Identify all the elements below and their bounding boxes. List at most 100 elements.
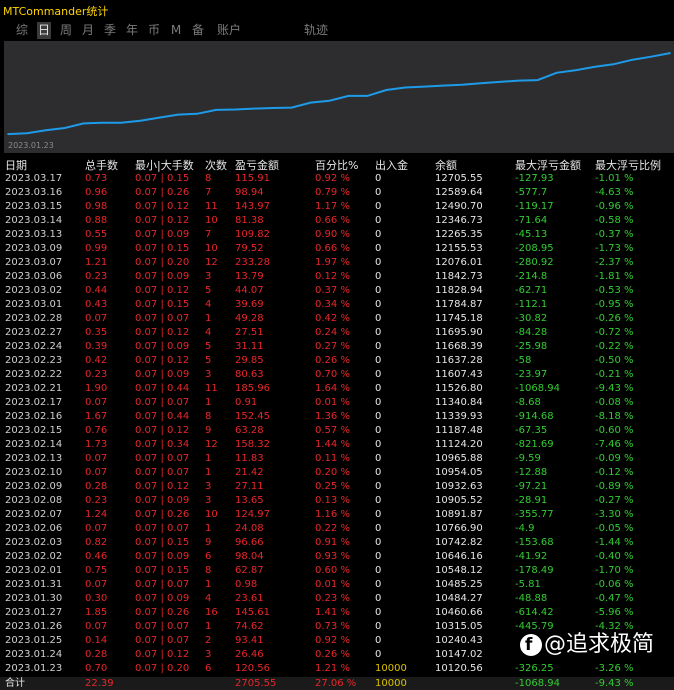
- header-max-float-ratio[interactable]: 最大浮亏比例: [595, 157, 661, 173]
- tab-9[interactable]: 账户: [215, 22, 243, 39]
- table-row[interactable]: 2023.03.09 0.99 0.07 | 0.15 10 79.52 0.66 % 0 1…: [0, 242, 674, 255]
- table-row[interactable]: 2023.02.08 0.23 0.07 | 0.09 3 13.65 0.13 % 0 10…: [0, 494, 674, 507]
- cell-percent: 0.23 %: [315, 593, 350, 604]
- total-profit: 2705.55: [235, 678, 277, 689]
- table-row[interactable]: 2023.02.22 0.23 0.07 | 0.09 3 80.63 0.70 % 0 11…: [0, 368, 674, 381]
- cell-min-max-lots: 0.07 | 0.09: [135, 369, 190, 380]
- cell-min-max-lots: 0.07 | 0.15: [135, 173, 190, 184]
- table-row[interactable]: 2023.03.15 0.98 0.07 | 0.12 11 143.97 1.17 % 0…: [0, 200, 674, 213]
- tab-10[interactable]: 轨迹: [302, 22, 330, 39]
- cell-balance: 10965.88: [435, 453, 483, 464]
- cell-max-float-ratio: -0.60 %: [595, 425, 634, 436]
- cell-percent: 0.57 %: [315, 425, 350, 436]
- table-row[interactable]: 2023.02.16 1.67 0.07 | 0.44 8 152.45 1.36 % 0 1…: [0, 410, 674, 423]
- header-percent[interactable]: 百分比%: [315, 157, 358, 173]
- tab-4[interactable]: 季: [103, 22, 117, 39]
- table-row[interactable]: 2023.02.21 1.90 0.07 | 0.44 11 185.96 1.64 % 0…: [0, 382, 674, 395]
- cell-max-float-ratio: -1.73 %: [595, 243, 634, 254]
- table-row[interactable]: 2023.02.24 0.39 0.07 | 0.09 5 31.11 0.27 % 0 11…: [0, 340, 674, 353]
- cell-date: 2023.02.10: [5, 467, 63, 478]
- cell-count: 2: [205, 635, 212, 646]
- cell-profit: 124.97: [235, 509, 270, 520]
- cell-max-float-loss: -280.92: [515, 257, 554, 268]
- table-row[interactable]: 2023.03.06 0.23 0.07 | 0.09 3 13.79 0.12 % 0 11…: [0, 270, 674, 283]
- table-row[interactable]: 2023.03.02 0.44 0.07 | 0.12 5 44.07 0.37 % 0 11…: [0, 284, 674, 297]
- table-total-row: 合计 22.39 2705.55 27.06 % 10000 -1068.94 …: [0, 677, 674, 690]
- table-row[interactable]: 2023.03.07 1.21 0.07 | 0.20 12 233.28 1.97 % 0…: [0, 256, 674, 269]
- table-row[interactable]: 2023.02.06 0.07 0.07 | 0.07 1 24.08 0.22 % 0 10…: [0, 522, 674, 535]
- header-max-float-loss[interactable]: 最大浮亏金额: [515, 157, 581, 173]
- table-row[interactable]: 2023.03.14 0.88 0.07 | 0.12 10 81.38 0.66 % 0 1…: [0, 214, 674, 227]
- equity-point: [101, 121, 104, 124]
- cell-balance: 10485.25: [435, 579, 483, 590]
- cell-total-lots: 0.43: [85, 299, 108, 310]
- cell-min-max-lots: 0.07 | 0.12: [135, 285, 190, 296]
- header-min-max-lots[interactable]: 最小|大手数: [135, 157, 194, 173]
- table-row[interactable]: 2023.02.27 0.35 0.07 | 0.12 4 27.51 0.24 % 0 11…: [0, 326, 674, 339]
- table-row[interactable]: 2023.03.16 0.96 0.07 | 0.26 7 98.94 0.79 % 0 12…: [0, 186, 674, 199]
- total-max-float-loss: -1068.94: [515, 678, 560, 689]
- tab-5[interactable]: 年: [125, 22, 139, 39]
- table-row[interactable]: 2023.02.17 0.07 0.07 | 0.07 1 0.91 0.01 % 0 113…: [0, 396, 674, 409]
- table-row[interactable]: 2023.02.14 1.73 0.07 | 0.34 12 158.32 1.44 % 0…: [0, 438, 674, 451]
- header-deposit[interactable]: 出入金: [375, 157, 408, 173]
- table-row[interactable]: 2023.02.13 0.07 0.07 | 0.07 1 11.83 0.11 % 0 10…: [0, 452, 674, 465]
- tab-3[interactable]: 月: [81, 22, 95, 39]
- cell-profit: 152.45: [235, 411, 270, 422]
- table-row[interactable]: 2023.02.03 0.82 0.07 | 0.15 9 96.66 0.91 % 0 10…: [0, 536, 674, 549]
- cell-balance: 11695.90: [435, 327, 483, 338]
- table-row[interactable]: 2023.02.07 1.24 0.07 | 0.26 10 124.97 1.16 % 0…: [0, 508, 674, 521]
- header-date[interactable]: 日期: [5, 157, 27, 173]
- table-row[interactable]: 2023.02.01 0.75 0.07 | 0.15 8 62.87 0.60 % 0 10…: [0, 564, 674, 577]
- cell-balance: 10766.90: [435, 523, 483, 534]
- table-row[interactable]: 2023.01.27 1.85 0.07 | 0.26 16 145.61 1.41 % 0…: [0, 606, 674, 619]
- cell-total-lots: 0.30: [85, 593, 108, 604]
- cell-deposit: 0: [375, 495, 382, 506]
- cell-deposit: 0: [375, 397, 382, 408]
- tab-7[interactable]: M: [169, 22, 183, 39]
- cell-deposit: 0: [375, 313, 382, 324]
- table-row[interactable]: 2023.01.30 0.30 0.07 | 0.09 4 23.61 0.23 % 0 10…: [0, 592, 674, 605]
- cell-max-float-ratio: -0.72 %: [595, 327, 634, 338]
- cell-min-max-lots: 0.07 | 0.12: [135, 481, 190, 492]
- cell-balance: 12705.55: [435, 173, 483, 184]
- cell-profit: 31.11: [235, 341, 264, 352]
- cell-max-float-ratio: -0.95 %: [595, 299, 634, 310]
- cell-min-max-lots: 0.07 | 0.12: [135, 425, 190, 436]
- cell-count: 7: [205, 187, 212, 198]
- header-count[interactable]: 次数: [205, 157, 227, 173]
- table-row[interactable]: 2023.02.28 0.07 0.07 | 0.07 1 49.28 0.42 % 0 11…: [0, 312, 674, 325]
- equity-point: [196, 113, 198, 115]
- cell-date: 2023.02.16: [5, 411, 63, 422]
- header-profit[interactable]: 盈亏金额: [235, 157, 279, 173]
- cell-count: 1: [205, 313, 212, 324]
- tab-0[interactable]: 综: [15, 22, 29, 39]
- table-row[interactable]: 2023.02.10 0.07 0.07 | 0.07 1 21.42 0.20 % 0 10…: [0, 466, 674, 479]
- table-row[interactable]: 2023.02.09 0.28 0.07 | 0.12 3 27.11 0.25 % 0 10…: [0, 480, 674, 493]
- total-label: 合计: [5, 678, 25, 689]
- table-row[interactable]: 2023.02.23 0.42 0.07 | 0.12 5 29.85 0.26 % 0 11…: [0, 354, 674, 367]
- table-row[interactable]: 2023.03.13 0.55 0.07 | 0.09 7 109.82 0.90 % 0 1…: [0, 228, 674, 241]
- tab-8[interactable]: 备: [191, 22, 205, 39]
- table-row[interactable]: 2023.03.17 0.73 0.07 | 0.15 8 115.91 0.92 % 0 1…: [0, 172, 674, 185]
- tab-1[interactable]: 日: [37, 22, 51, 39]
- cell-total-lots: 0.42: [85, 355, 108, 366]
- header-total-lots[interactable]: 总手数: [85, 157, 118, 173]
- table-row[interactable]: 2023.01.31 0.07 0.07 | 0.07 1 0.98 0.01 % 0 104…: [0, 578, 674, 591]
- table-row[interactable]: 2023.02.15 0.76 0.07 | 0.12 9 63.28 0.57 % 0 11…: [0, 424, 674, 437]
- cell-profit: 23.61: [235, 593, 264, 604]
- table-row[interactable]: 2023.03.01 0.43 0.07 | 0.15 4 39.69 0.34 % 0 11…: [0, 298, 674, 311]
- tab-6[interactable]: 币: [147, 22, 161, 39]
- table-row[interactable]: 2023.02.02 0.46 0.07 | 0.09 6 98.04 0.93 % 0 10…: [0, 550, 674, 563]
- cell-min-max-lots: 0.07 | 0.26: [135, 509, 190, 520]
- header-balance[interactable]: 余额: [435, 157, 457, 173]
- equity-point: [461, 83, 463, 86]
- cell-balance: 12490.70: [435, 201, 483, 212]
- tab-2[interactable]: 周: [59, 22, 73, 39]
- cell-total-lots: 0.07: [85, 397, 108, 408]
- cell-max-float-ratio: -0.09 %: [595, 453, 634, 464]
- table-row[interactable]: 2023.01.23 0.70 0.07 | 0.20 6 120.56 1.21 % 10…: [0, 662, 674, 675]
- cell-percent: 1.21 %: [315, 663, 350, 674]
- cell-max-float-loss: -4.9: [515, 523, 535, 534]
- cell-balance: 11124.20: [435, 439, 483, 450]
